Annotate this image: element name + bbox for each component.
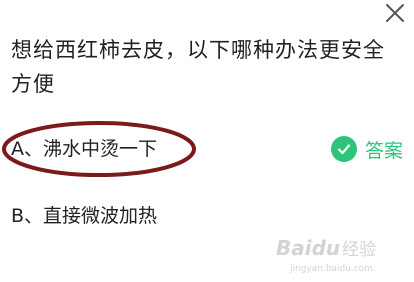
close-button[interactable]	[380, 0, 408, 28]
baidu-jingyan-watermark: Baidu 经验 jingyan.baidu.com	[276, 236, 376, 274]
close-icon	[386, 4, 404, 22]
question-text: 想给西红柿去皮，以下哪种办法更安全方便	[11, 38, 385, 96]
svg-text:经验: 经验	[342, 240, 376, 260]
answer-badge: 答案	[331, 135, 403, 163]
svg-text:jingyan.baidu.com: jingyan.baidu.com	[289, 264, 373, 274]
check-circle-icon	[331, 136, 357, 162]
svg-text:Baidu: Baidu	[276, 236, 340, 260]
option-a[interactable]: A、沸水中烫一下	[11, 136, 157, 162]
option-b[interactable]: B、直接微波加热	[11, 203, 157, 229]
answer-label: 答案	[365, 139, 404, 162]
